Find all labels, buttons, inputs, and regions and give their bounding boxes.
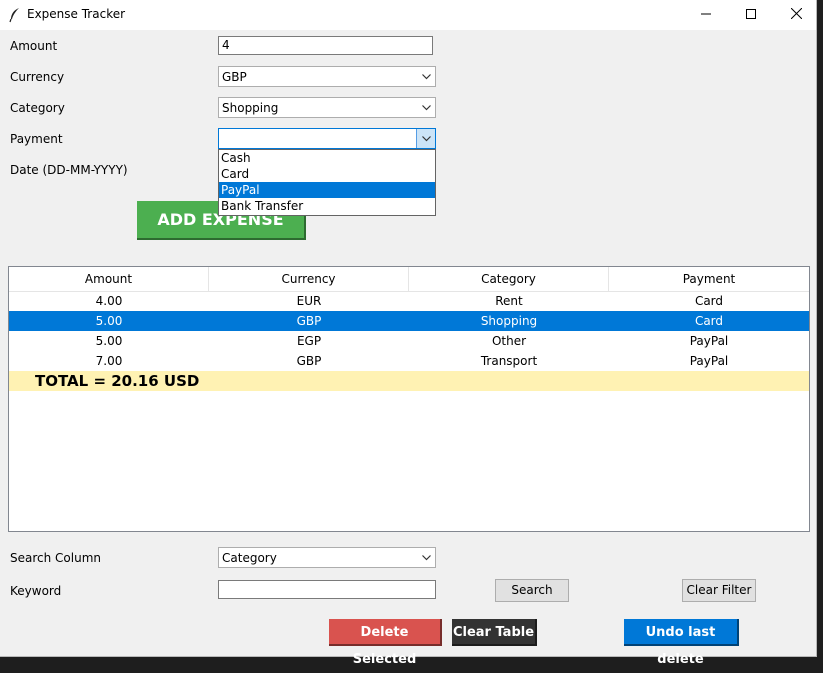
keyword-input[interactable] (218, 580, 436, 599)
close-button[interactable] (773, 0, 819, 30)
clear-table-button[interactable]: Clear Table (452, 619, 537, 646)
cell-currency: EGP (296, 334, 322, 348)
search-column-label: Search Column (10, 551, 101, 565)
cell-payment: PayPal (689, 354, 729, 368)
table-row-selected[interactable]: 5.00 GBP Shopping Card (9, 311, 809, 331)
cell-currency: GBP (296, 314, 322, 328)
payment-select[interactable] (218, 128, 436, 149)
total-text: TOTAL = 20.16 USD (35, 372, 200, 390)
chevron-down-icon[interactable] (417, 548, 435, 567)
table-row[interactable]: 4.00 EUR Rent Card (9, 291, 809, 311)
dropdown-option[interactable]: Card (219, 166, 435, 182)
amount-input[interactable]: 4 (218, 36, 433, 55)
close-icon (790, 7, 802, 22)
payment-label: Payment (10, 132, 63, 146)
search-button[interactable]: Search (495, 579, 569, 602)
payment-dropdown-list: Cash Card PayPal Bank Transfer (218, 149, 436, 216)
chevron-down-icon[interactable] (417, 67, 435, 86)
cell-category: Other (491, 334, 527, 348)
dropdown-option[interactable]: Bank Transfer (219, 198, 435, 214)
keyword-label: Keyword (10, 584, 62, 598)
app-window: Expense Tracker Amount 4 Currency GBP Ca… (0, 0, 817, 667)
table-row[interactable]: 5.00 EGP Other PayPal (9, 331, 809, 351)
maximize-button[interactable] (728, 0, 774, 30)
cell-category: Rent (495, 294, 523, 308)
cell-category: Transport (480, 354, 538, 368)
minimize-button[interactable] (683, 0, 729, 30)
column-header-category[interactable]: Category (409, 267, 609, 291)
cell-currency: EUR (296, 294, 322, 308)
total-row: TOTAL = 20.16 USD (9, 371, 809, 391)
undo-last-delete-button[interactable]: Undo last delete (624, 619, 739, 667)
minimize-icon (701, 8, 711, 22)
cell-payment: PayPal (689, 334, 729, 348)
currency-label: Currency (10, 70, 65, 84)
dropdown-option-highlighted[interactable]: PayPal (219, 182, 435, 198)
currency-value: GBP (222, 70, 247, 84)
maximize-icon (746, 8, 756, 22)
delete-selected-button[interactable]: Delete Selected (329, 619, 442, 667)
cell-amount: 5.00 (95, 334, 123, 348)
cell-payment: Card (694, 314, 724, 328)
cell-payment: Card (694, 294, 724, 308)
chevron-down-icon[interactable] (417, 98, 435, 117)
dropdown-option[interactable]: Cash (219, 150, 435, 166)
table-row[interactable]: 7.00 GBP Transport PayPal (9, 351, 809, 371)
category-select[interactable]: Shopping (218, 97, 436, 118)
clear-filter-button[interactable]: Clear Filter (682, 579, 756, 602)
chevron-down-icon[interactable] (416, 129, 435, 148)
cell-amount: 5.00 (95, 314, 123, 328)
category-value: Shopping (222, 101, 279, 115)
amount-label: Amount (10, 39, 58, 53)
column-header-payment[interactable]: Payment (609, 267, 809, 291)
feather-icon (8, 7, 22, 23)
title-bar: Expense Tracker (0, 0, 816, 30)
search-column-value: Category (222, 551, 277, 565)
cell-category: Shopping (480, 314, 538, 328)
window-title: Expense Tracker (27, 7, 126, 21)
currency-select[interactable]: GBP (218, 66, 436, 87)
date-label: Date (DD-MM-YYYY) (10, 163, 128, 177)
cell-amount: 7.00 (95, 354, 123, 368)
table-header: Amount Currency Category Payment (9, 267, 809, 292)
expense-table: Amount Currency Category Payment 4.00 EU… (8, 266, 810, 532)
category-label: Category (10, 101, 65, 115)
search-column-select[interactable]: Category (218, 547, 436, 568)
column-header-amount[interactable]: Amount (9, 267, 209, 291)
cell-currency: GBP (296, 354, 322, 368)
cell-amount: 4.00 (95, 294, 123, 308)
column-header-currency[interactable]: Currency (209, 267, 409, 291)
